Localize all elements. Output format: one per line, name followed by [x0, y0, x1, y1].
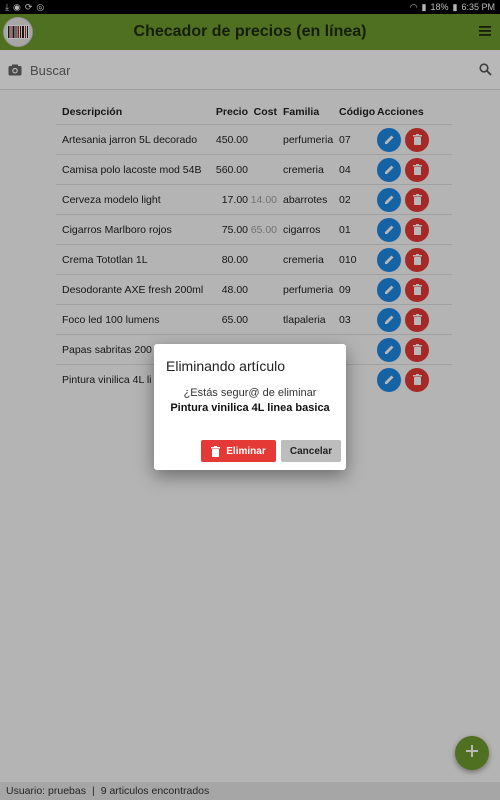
- confirm-delete-button[interactable]: Eliminar: [201, 440, 276, 462]
- cancel-button[interactable]: Cancelar: [281, 440, 341, 462]
- trash-icon: [211, 445, 221, 457]
- delete-confirm-dialog: Eliminando artículo ¿Estás segur@ de eli…: [154, 344, 346, 470]
- dialog-message: ¿Estás segur@ de eliminar: [183, 387, 317, 399]
- dialog-item-name: Pintura vinilica 4L linea basica: [170, 402, 330, 414]
- dialog-title: Eliminando artículo: [166, 358, 286, 374]
- confirm-delete-label: Eliminar: [226, 445, 266, 457]
